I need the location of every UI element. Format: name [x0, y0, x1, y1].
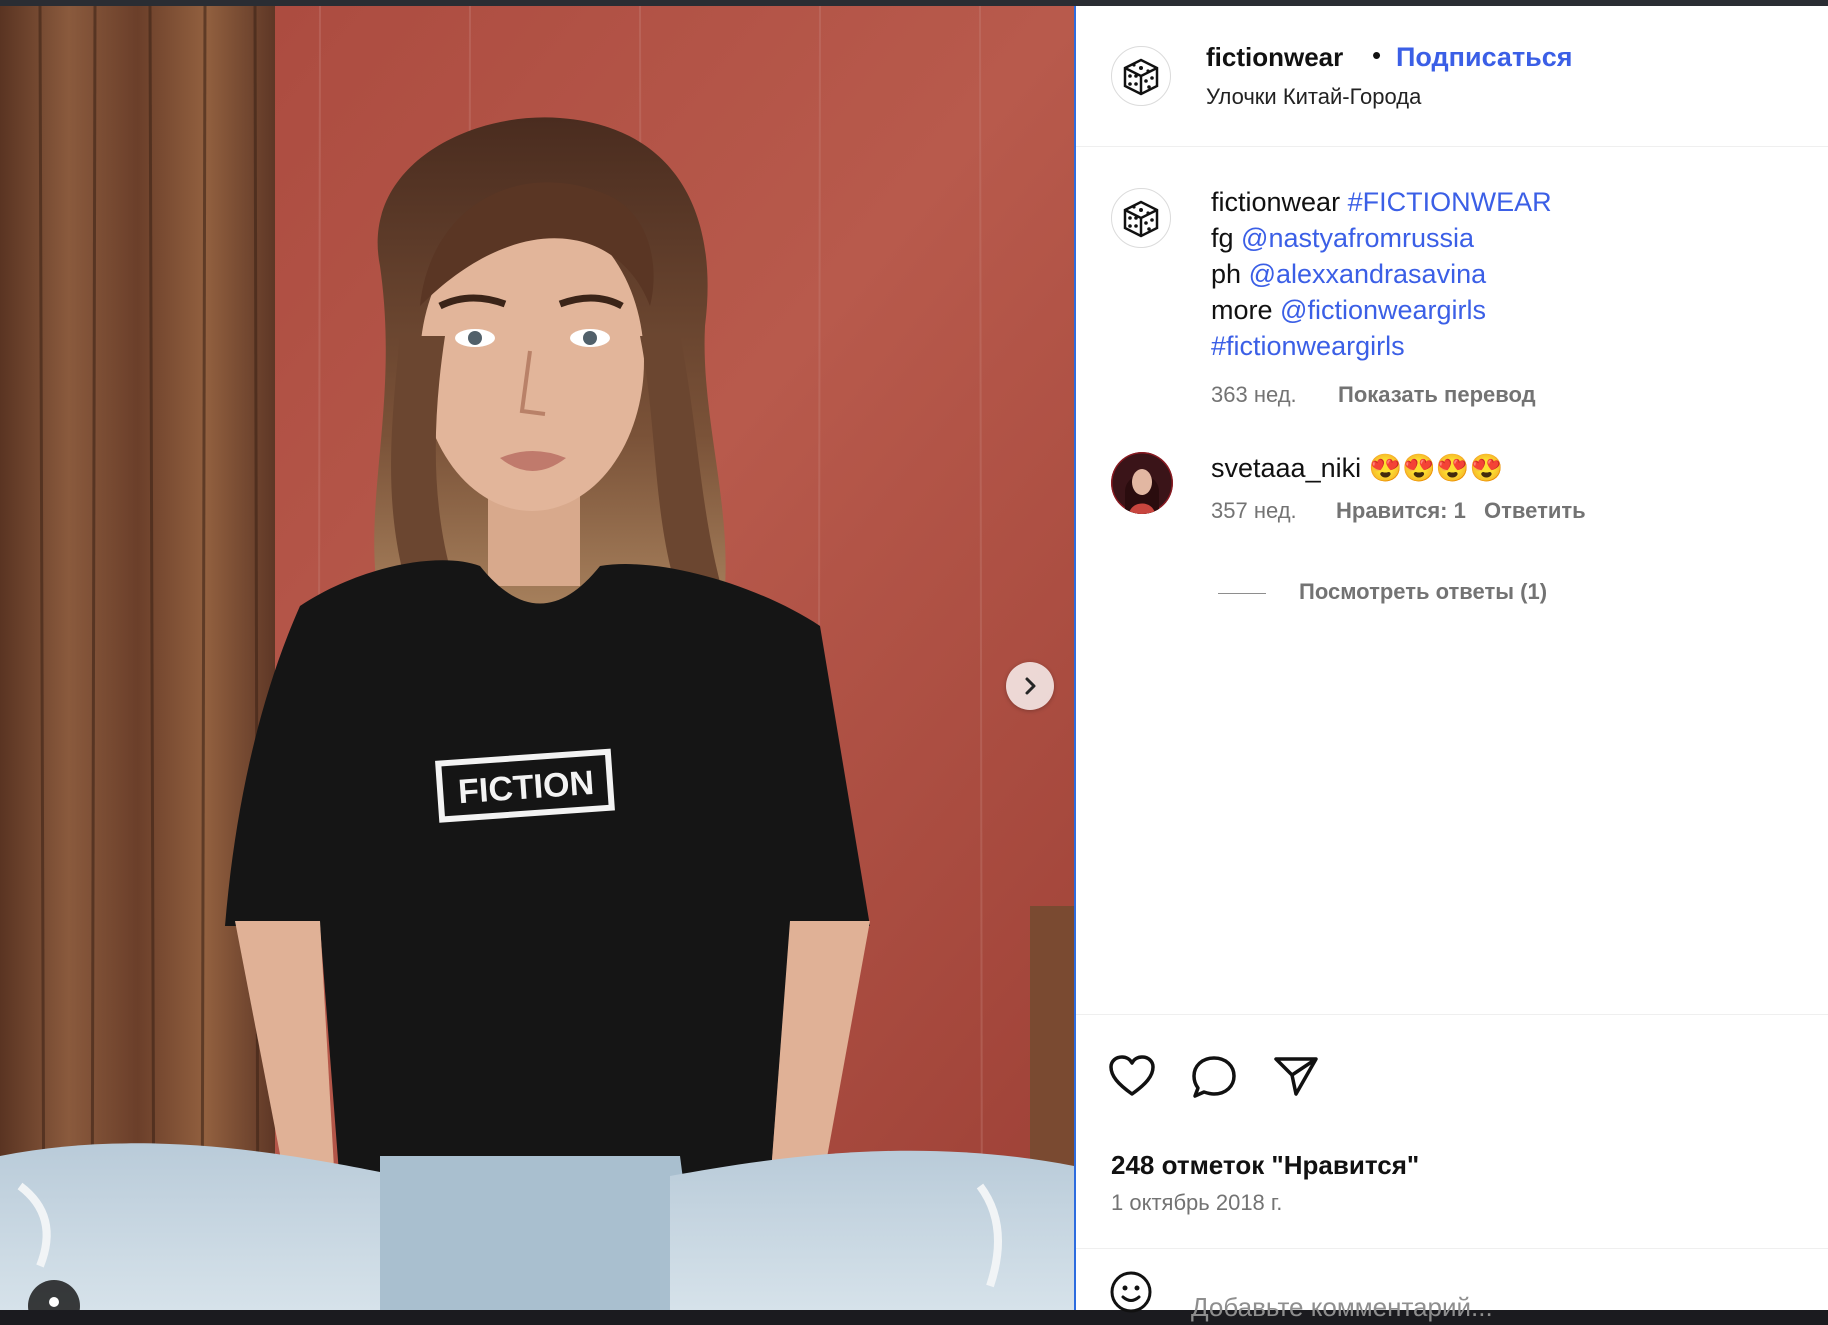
author-username[interactable]: fictionwear [1206, 42, 1343, 73]
comment-likes-count[interactable]: Нравится: 1 [1336, 498, 1466, 524]
reply-button[interactable]: Ответить [1484, 498, 1586, 524]
replies-divider [1218, 593, 1266, 594]
mention-link[interactable]: @nastyafromrussia [1241, 223, 1474, 253]
dice-logo-icon [1123, 58, 1159, 96]
header-separator: • [1372, 40, 1382, 70]
comment-row: svetaaa_niki 😍😍😍😍 [1211, 452, 1503, 484]
comment-username[interactable]: svetaaa_niki [1211, 453, 1361, 483]
share-button[interactable] [1272, 1054, 1320, 1103]
caption-text: more [1211, 295, 1273, 325]
smiley-icon [1110, 1271, 1152, 1313]
dice-logo-icon [1123, 200, 1159, 238]
commenter-photo [1111, 452, 1173, 514]
likes-count[interactable]: 248 отметок "Нравится" [1111, 1150, 1419, 1181]
like-button[interactable] [1108, 1054, 1156, 1103]
mention-link[interactable]: @fictionweargirls [1280, 295, 1486, 325]
action-bar [1076, 1014, 1828, 1114]
view-replies-button[interactable]: Посмотреть ответы (1) [1299, 579, 1547, 605]
paper-plane-icon [1274, 1057, 1318, 1096]
photo-scene: FICTION [0, 6, 1074, 1310]
comment-input[interactable] [1191, 1289, 1751, 1325]
hashtag-link[interactable]: #FICTIONWEAR [1348, 187, 1552, 217]
comment-button[interactable] [1190, 1054, 1238, 1105]
emoji-button[interactable] [1108, 1269, 1154, 1320]
commenter-avatar[interactable] [1111, 452, 1173, 514]
caption-text: fg [1211, 223, 1234, 253]
comments-list[interactable]: fictionwear #FICTIONWEAR fg @nastyafromr… [1076, 146, 1828, 1015]
add-comment-row [1076, 1248, 1828, 1325]
caption-username[interactable]: fictionwear [1211, 187, 1340, 217]
caption-text: ph [1211, 259, 1242, 289]
post-caption: fictionwear #FICTIONWEAR fg @nastyafromr… [1211, 184, 1811, 364]
post-side-panel: fictionwear • Подписаться Улочки Китай-Г… [1076, 6, 1828, 1325]
caption-author-avatar[interactable] [1111, 188, 1171, 248]
author-avatar[interactable] [1111, 46, 1171, 106]
post-header: fictionwear • Подписаться Улочки Китай-Г… [1076, 6, 1828, 147]
mention-link[interactable]: @alexxandrasavina [1249, 259, 1487, 289]
comment-time[interactable]: 357 нед. [1211, 498, 1297, 524]
hashtag-link[interactable]: #fictionweargirls [1211, 331, 1405, 361]
caption-time[interactable]: 363 нед. [1211, 382, 1297, 408]
comment-icon [1192, 1056, 1236, 1098]
post-location[interactable]: Улочки Китай-Города [1206, 84, 1421, 110]
show-translation-button[interactable]: Показать перевод [1338, 382, 1536, 408]
next-photo-button[interactable] [1006, 662, 1054, 710]
chevron-right-icon [1025, 677, 1036, 695]
comment-text: 😍😍😍😍 [1368, 453, 1504, 483]
post-date[interactable]: 1 октябрь 2018 г. [1111, 1190, 1282, 1216]
heart-icon [1109, 1055, 1155, 1096]
follow-button[interactable]: Подписаться [1396, 42, 1573, 73]
post-photo[interactable]: FICTION [0, 6, 1074, 1310]
person-icon [49, 1297, 59, 1307]
